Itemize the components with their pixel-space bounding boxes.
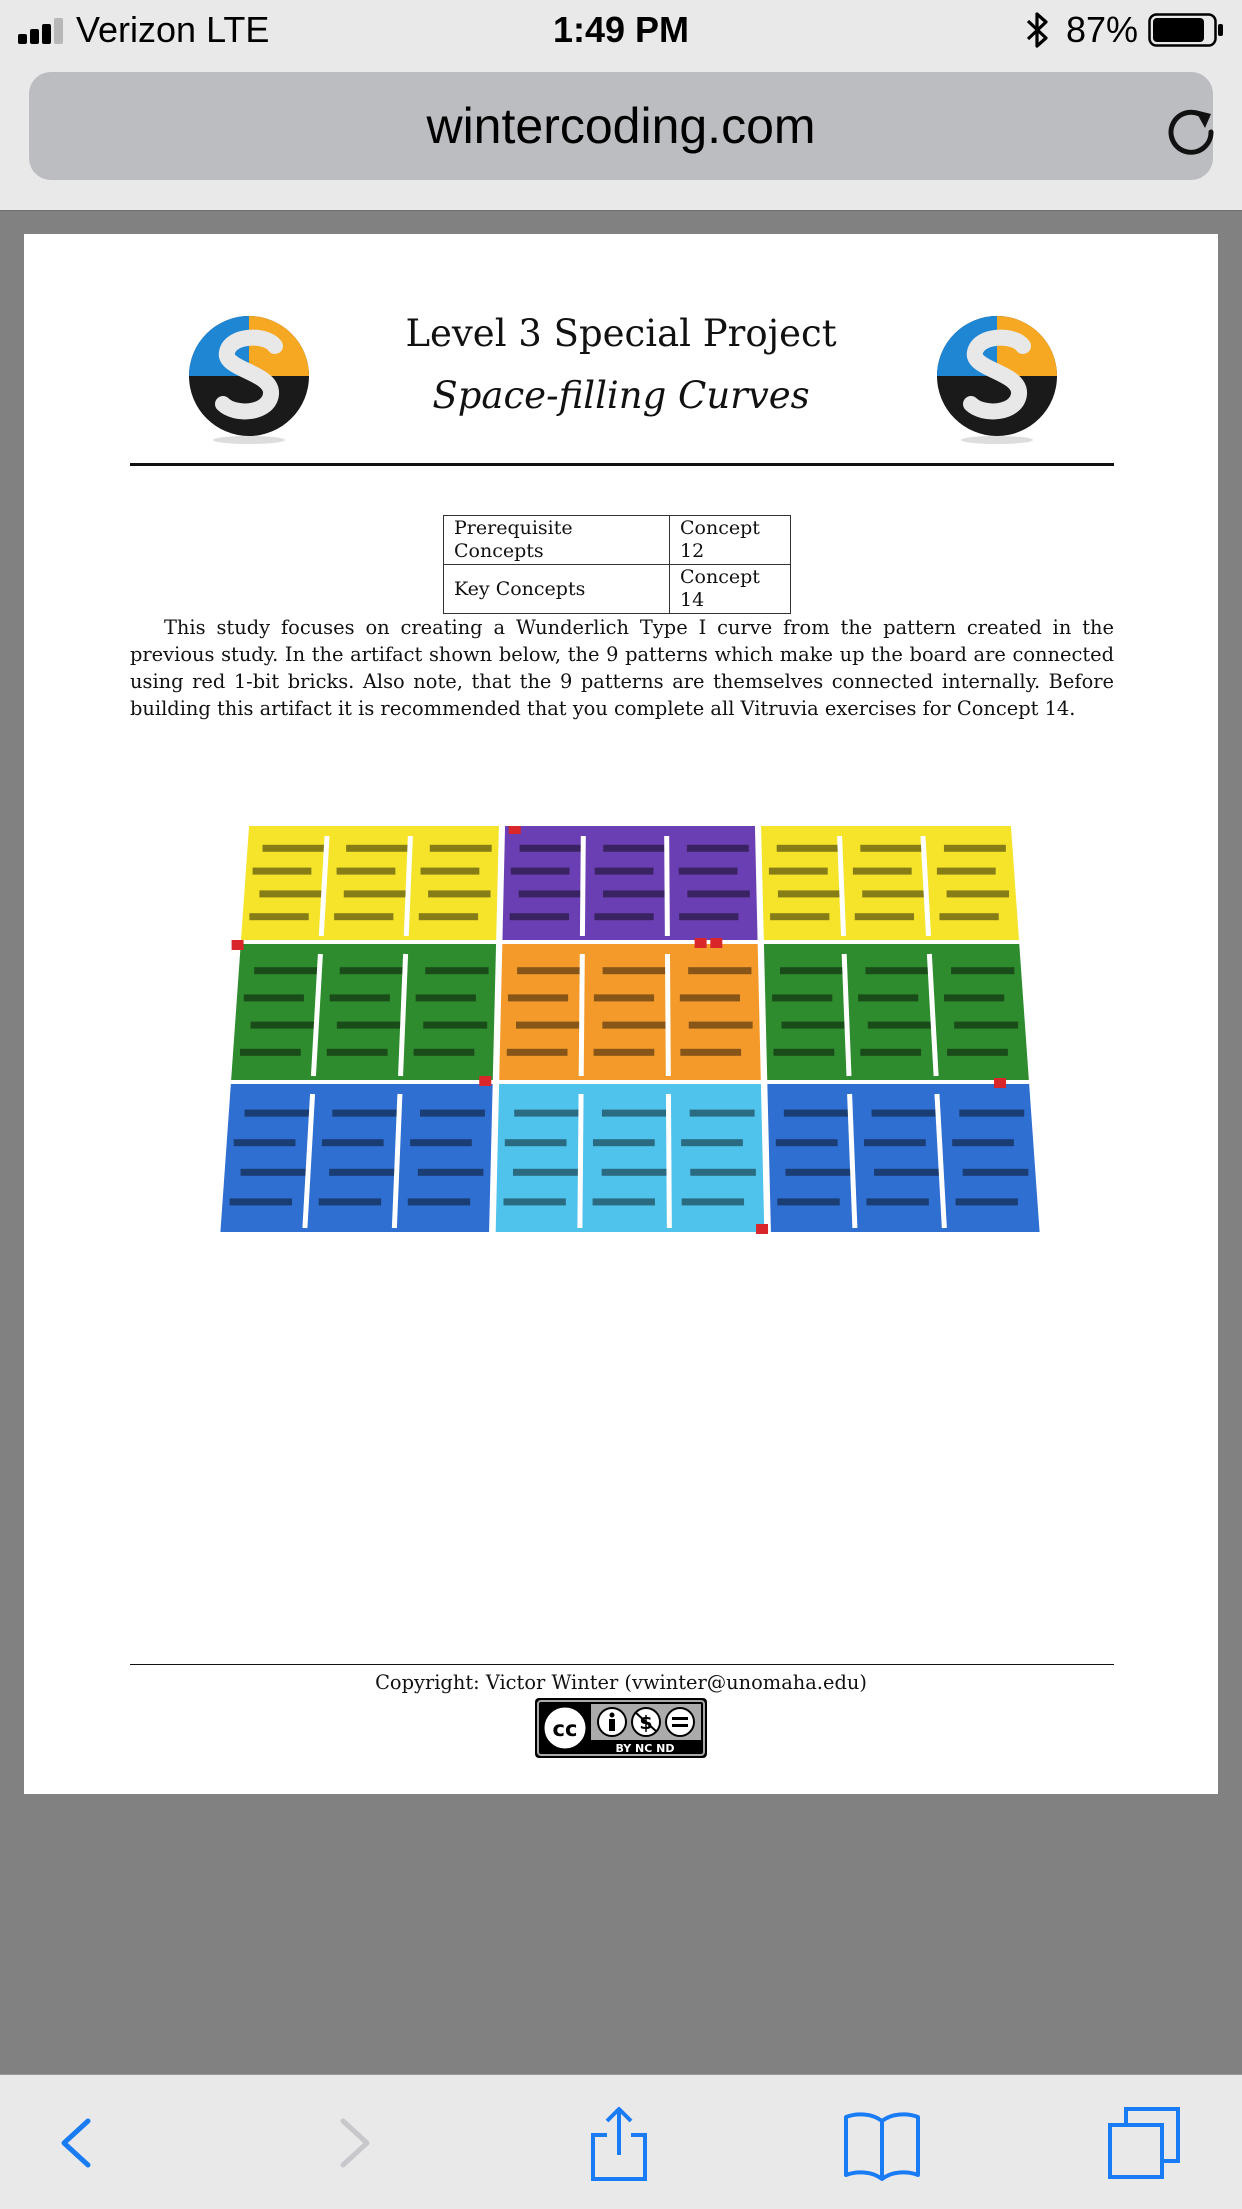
lego-pattern-block xyxy=(502,826,758,940)
share-icon xyxy=(591,2107,647,2181)
browser-address-area: wintercoding.com xyxy=(0,60,1242,211)
back-chevron-icon xyxy=(61,2118,91,2168)
battery-percent: 87% xyxy=(1066,9,1139,50)
lego-pattern-block xyxy=(220,1084,493,1232)
lego-pattern-block xyxy=(767,1084,1040,1232)
red-connector-brick xyxy=(508,826,521,834)
lego-pattern-block xyxy=(495,1084,765,1232)
reload-icon[interactable] xyxy=(1165,106,1217,158)
browser-toolbar xyxy=(0,2074,1242,2209)
copyright-text: Copyright: Victor Winter (vwinter@unomah… xyxy=(375,1671,867,1694)
table-cell: Key Concepts xyxy=(443,564,670,614)
pdf-page: Level 3 Special Project Space-filling Cu… xyxy=(24,234,1218,1794)
tabs-icon xyxy=(1108,2107,1180,2179)
red-connector-brick xyxy=(994,1078,1007,1088)
table-row: Key Concepts Concept 14 xyxy=(443,564,791,614)
red-connector-brick xyxy=(710,938,723,948)
document-subtitle: Space-filling Curves xyxy=(432,374,810,417)
forward-chevron-icon xyxy=(340,2118,370,2168)
lego-pattern-block xyxy=(761,826,1019,940)
lego-pattern-block xyxy=(499,944,761,1080)
table-row: Prerequisite Concepts Concept 12 xyxy=(443,515,791,565)
table-cell: Concept 14 xyxy=(669,564,791,614)
table-cell: Concept 12 xyxy=(669,515,791,565)
back-button[interactable] xyxy=(38,2103,118,2183)
table-cell: Prerequisite Concepts xyxy=(443,515,670,565)
battery-icon xyxy=(1148,13,1223,47)
lego-pattern-block xyxy=(231,944,497,1080)
bluetooth-icon xyxy=(1026,12,1048,48)
creative-commons-badge: cc $ BY NC ND xyxy=(535,1698,707,1758)
footer-rule xyxy=(130,1664,1114,1665)
status-time: 1:49 PM xyxy=(552,9,690,50)
red-connector-brick xyxy=(756,1224,769,1234)
url-text[interactable]: wintercoding.com xyxy=(29,98,1213,154)
document-title: Level 3 Special Project xyxy=(405,312,837,355)
lego-curve-image xyxy=(204,826,1056,1416)
status-bar: Verizon LTE 1:49 PM 87% xyxy=(0,0,1242,60)
intro-paragraph: This study focuses on creating a Wunderl… xyxy=(130,616,1114,720)
lego-pattern-block xyxy=(763,944,1029,1080)
address-bar[interactable]: wintercoding.com xyxy=(29,72,1214,180)
red-connector-brick xyxy=(479,1076,492,1086)
share-button[interactable] xyxy=(579,2103,659,2183)
red-connector-brick xyxy=(694,938,707,948)
lego-board-illustration xyxy=(220,826,1040,1234)
concepts-table: Prerequisite Concepts Concept 12 Key Con… xyxy=(443,515,791,614)
header-rule xyxy=(130,463,1114,466)
tabs-button[interactable] xyxy=(1104,2103,1184,2183)
cc-license-icon: cc $ BY NC ND xyxy=(537,1700,705,1756)
lego-pattern-block xyxy=(241,826,499,940)
bookmarks-icon xyxy=(844,2112,920,2181)
license-badge-text: BY NC ND xyxy=(615,1742,674,1755)
forward-button[interactable] xyxy=(313,2103,393,2183)
red-connector-brick xyxy=(231,940,244,950)
svg-text:cc: cc xyxy=(553,1717,578,1741)
bookmarks-button[interactable] xyxy=(842,2103,922,2183)
